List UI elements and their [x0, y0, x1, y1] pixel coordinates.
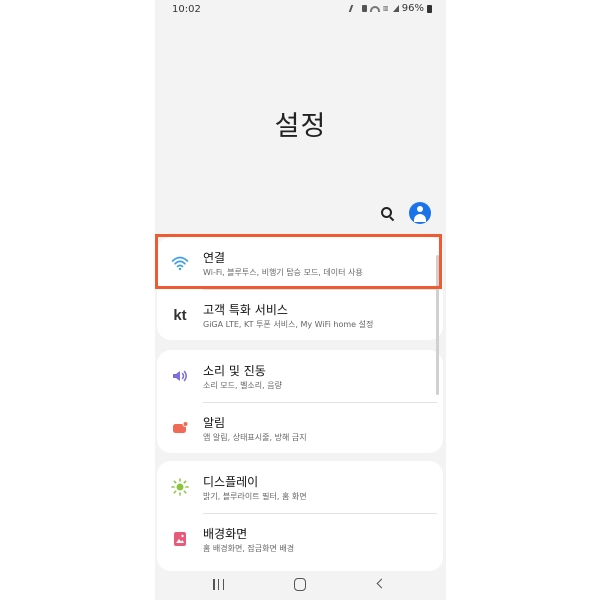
settings-item-title: 알림: [203, 416, 226, 430]
settings-item-notifications[interactable]: 알림 앱 알림, 상태표시줄, 방해 금지: [157, 402, 443, 453]
search-icon-handle: [389, 216, 395, 222]
scrollbar[interactable]: [436, 255, 439, 395]
battery-icon: [427, 4, 432, 13]
wallpaper-icon: [169, 528, 191, 550]
status-time: 10:02: [172, 4, 201, 15]
settings-item-subtitle: GiGA LTE, KT 투폰 서비스, My WiFi home 설정: [203, 320, 374, 329]
settings-item-customer-services[interactable]: kt 고객 특화 서비스 GiGA LTE, KT 투폰 서비스, My WiF…: [157, 289, 443, 340]
settings-card-display: 디스플레이 밝기, 블루라이트 필터, 홈 화면 배경화면 홈 배경화면, 잠금…: [157, 461, 443, 571]
settings-item-connections[interactable]: 연결 Wi-Fi, 블루투스, 비행기 탑승 모드, 데이터 사용: [157, 237, 443, 289]
mute-icon: [348, 5, 361, 12]
settings-item-title: 고객 특화 서비스: [203, 303, 288, 317]
lte-icon: ▥: [382, 5, 389, 12]
profile-icon: [417, 206, 423, 212]
recent-apps-icon: [222, 579, 224, 590]
back-button[interactable]: [376, 578, 387, 589]
settings-item-display[interactable]: 디스플레이 밝기, 블루라이트 필터, 홈 화면: [157, 461, 443, 513]
settings-card-sound: 소리 및 진동 소리 모드, 벨소리, 음량 알림 앱 알림, 상태표시줄, 방…: [157, 350, 443, 453]
sun-icon: [169, 476, 191, 498]
profile-icon-body: [414, 214, 426, 222]
recent-apps-icon: [217, 579, 220, 590]
settings-item-subtitle: 앱 알림, 상태표시줄, 방해 금지: [203, 433, 307, 442]
kt-logo-icon: kt: [169, 304, 191, 326]
speaker-icon: [169, 365, 191, 387]
settings-card-connections: 연결 Wi-Fi, 블루투스, 비행기 탑승 모드, 데이터 사용 kt 고객 …: [157, 237, 443, 340]
settings-item-subtitle: 홈 배경화면, 잠금화면 배경: [203, 544, 295, 553]
kt-logo-text: kt: [173, 306, 187, 324]
settings-item-title: 연결: [203, 251, 226, 265]
settings-item-sound[interactable]: 소리 및 진동 소리 모드, 벨소리, 음량: [157, 350, 443, 402]
settings-item-wallpaper[interactable]: 배경화면 홈 배경화면, 잠금화면 배경: [157, 513, 443, 565]
settings-item-subtitle: 밝기, 블루라이트 필터, 홈 화면: [203, 492, 307, 501]
battery-level: 96%: [401, 3, 424, 14]
recent-apps-button[interactable]: [213, 579, 224, 590]
wifi-status-icon: [369, 5, 380, 12]
navigation-bar: [155, 571, 446, 600]
settings-item-title: 배경화면: [203, 527, 248, 541]
settings-item-title: 디스플레이: [203, 475, 259, 489]
notification-icon: [169, 417, 191, 439]
settings-item-subtitle: 소리 모드, 벨소리, 음량: [203, 381, 282, 390]
settings-item-title: 소리 및 진동: [203, 364, 266, 378]
home-button[interactable]: [294, 578, 306, 591]
page-title: 설정: [274, 111, 327, 142]
status-bar: 10:02 ▥ 96%: [155, 0, 446, 20]
phone-screen: 10:02 ▥ 96% 설정 연결 Wi-Fi, 블루투스, 비행기 탑승 모드…: [155, 0, 446, 600]
wifi-icon: [169, 252, 191, 274]
lock-icon: [361, 5, 367, 12]
settings-item-subtitle: Wi-Fi, 블루투스, 비행기 탑승 모드, 데이터 사용: [203, 268, 363, 277]
recent-apps-icon: [213, 579, 215, 590]
signal-icon: [392, 5, 399, 12]
status-icons: ▥ 96%: [348, 3, 432, 14]
search-button[interactable]: [378, 204, 396, 222]
profile-button[interactable]: [409, 202, 431, 224]
